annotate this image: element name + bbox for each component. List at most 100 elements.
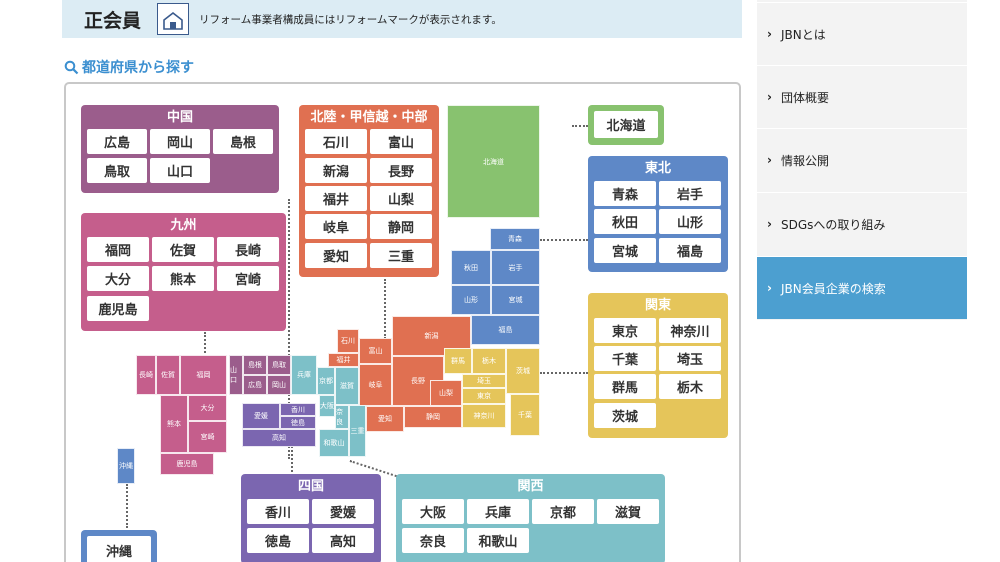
map-fukushima[interactable]: 福島 (471, 315, 540, 345)
map-kagawa[interactable]: 香川 (280, 403, 316, 416)
map-tochigi[interactable]: 栃木 (472, 348, 506, 374)
pref-button-ishikawa[interactable]: 石川 (305, 129, 367, 154)
pref-button-tottori[interactable]: 鳥取 (87, 158, 147, 183)
pref-button-saga[interactable]: 佐賀 (152, 237, 214, 262)
map-kyoto[interactable]: 京都 (317, 367, 335, 395)
pref-button-niigata[interactable]: 新潟 (305, 158, 367, 183)
pref-button-kochi[interactable]: 高知 (312, 528, 374, 553)
map-kumamoto[interactable]: 熊本 (160, 395, 188, 453)
map-tottori[interactable]: 鳥取 (267, 355, 291, 375)
pref-button-aichi[interactable]: 愛知 (305, 243, 367, 268)
sidebar-item-member-search[interactable]: › JBN会員企業の検索 (757, 256, 967, 319)
pref-button-fukuoka[interactable]: 福岡 (87, 237, 149, 262)
map-hokkaido[interactable]: 北海道 (447, 105, 540, 218)
pref-button-yamagata[interactable]: 山形 (659, 209, 721, 234)
pref-button-gunma[interactable]: 群馬 (594, 374, 656, 399)
pref-button-ehime[interactable]: 愛媛 (312, 499, 374, 524)
pref-button-shiga[interactable]: 滋賀 (597, 499, 659, 524)
map-yamanashi[interactable]: 山梨 (430, 380, 462, 406)
pref-button-nara[interactable]: 奈良 (402, 528, 464, 553)
map-shiga[interactable]: 滋賀 (335, 367, 359, 405)
map-kagoshima[interactable]: 鹿児島 (160, 453, 214, 475)
map-ishikawa[interactable]: 石川 (337, 329, 359, 353)
map-hiroshima[interactable]: 広島 (243, 375, 267, 395)
pref-button-ibaraki[interactable]: 茨城 (594, 403, 656, 428)
pref-button-yamaguchi[interactable]: 山口 (150, 158, 210, 183)
pref-button-toyama[interactable]: 富山 (370, 129, 432, 154)
sidebar-item-sdgs[interactable]: › SDGsへの取り組み (757, 192, 967, 255)
map-fukui[interactable]: 福井 (328, 353, 359, 367)
map-shizuoka[interactable]: 静岡 (404, 406, 462, 428)
pref-button-wakayama[interactable]: 和歌山 (467, 528, 529, 553)
map-aichi[interactable]: 愛知 (366, 406, 404, 432)
pref-button-osaka[interactable]: 大阪 (402, 499, 464, 524)
pref-button-hyogo[interactable]: 兵庫 (467, 499, 529, 524)
pref-button-fukushima[interactable]: 福島 (659, 238, 721, 263)
map-gunma[interactable]: 群馬 (444, 348, 472, 374)
map-aomori[interactable]: 青森 (490, 228, 540, 250)
map-miyagi[interactable]: 宮城 (491, 285, 540, 315)
pref-button-yamanashi[interactable]: 山梨 (370, 186, 432, 211)
map-toyama[interactable]: 富山 (359, 338, 392, 364)
map-kanagawa[interactable]: 神奈川 (462, 404, 506, 428)
sidebar-item-overview[interactable]: › 団体概要 (757, 65, 967, 128)
pref-button-oita[interactable]: 大分 (87, 266, 149, 291)
map-ibaraki[interactable]: 茨城 (506, 348, 540, 394)
pref-button-shizuoka[interactable]: 静岡 (370, 214, 432, 239)
pref-button-tokyo[interactable]: 東京 (594, 318, 656, 343)
map-gifu[interactable]: 岐阜 (359, 364, 392, 406)
pref-button-okayama[interactable]: 岡山 (150, 129, 210, 154)
pref-button-nagano[interactable]: 長野 (370, 158, 432, 183)
pref-button-kanagawa[interactable]: 神奈川 (659, 318, 721, 343)
pref-button-shimane[interactable]: 島根 (213, 129, 273, 154)
pref-button-kumamoto[interactable]: 熊本 (152, 266, 214, 291)
pref-button-hiroshima[interactable]: 広島 (87, 129, 147, 154)
map-wakayama[interactable]: 和歌山 (319, 429, 349, 457)
pref-button-tochigi[interactable]: 栃木 (659, 374, 721, 399)
chevron-right-icon: › (767, 27, 772, 41)
pref-button-miyazaki[interactable]: 宮崎 (217, 266, 279, 291)
pref-button-miyagi[interactable]: 宮城 (594, 238, 656, 263)
pref-button-kyoto[interactable]: 京都 (532, 499, 594, 524)
map-iwate[interactable]: 岩手 (491, 250, 540, 285)
pref-button-akita[interactable]: 秋田 (594, 209, 656, 234)
map-okinawa[interactable]: 沖縄 (117, 448, 135, 484)
pref-button-iwate[interactable]: 岩手 (659, 181, 721, 206)
map-yamagata[interactable]: 山形 (451, 285, 491, 315)
map-nagasaki[interactable]: 長崎 (136, 355, 156, 395)
pref-button-aomori[interactable]: 青森 (594, 181, 656, 206)
map-oita[interactable]: 大分 (188, 395, 227, 421)
pref-button-saitama[interactable]: 埼玉 (659, 346, 721, 371)
pref-button-gifu[interactable]: 岐阜 (305, 214, 367, 239)
map-miyazaki[interactable]: 宮崎 (188, 421, 227, 453)
map-saga[interactable]: 佐賀 (156, 355, 180, 395)
region-tohoku: 東北 青森 岩手 秋田 山形 宮城 福島 (588, 156, 728, 272)
map-nara[interactable]: 奈良 (335, 405, 349, 429)
pref-button-kagoshima[interactable]: 鹿児島 (87, 296, 149, 321)
pref-button-kagawa[interactable]: 香川 (247, 499, 309, 524)
sidebar-item-disclosure[interactable]: › 情報公開 (757, 128, 967, 191)
map-shimane[interactable]: 島根 (243, 355, 267, 375)
map-akita[interactable]: 秋田 (451, 250, 491, 285)
pref-button-chiba[interactable]: 千葉 (594, 346, 656, 371)
pref-button-tokushima[interactable]: 徳島 (247, 528, 309, 553)
pref-button-okinawa[interactable]: 沖縄 (87, 536, 151, 562)
pref-button-nagasaki[interactable]: 長崎 (217, 237, 279, 262)
sidebar-item-label: JBN会員企業の検索 (781, 281, 886, 296)
map-chiba[interactable]: 千葉 (510, 394, 540, 436)
map-saitama[interactable]: 埼玉 (462, 374, 506, 388)
map-tokyo[interactable]: 東京 (462, 388, 506, 404)
map-yamaguchi[interactable]: 山口 (229, 355, 243, 395)
map-mie[interactable]: 三重 (349, 405, 366, 457)
map-osaka[interactable]: 大阪 (319, 395, 335, 417)
map-okayama[interactable]: 岡山 (267, 375, 291, 395)
map-hyogo[interactable]: 兵庫 (291, 355, 317, 395)
sidebar-item-about-jbn[interactable]: › JBNとは (757, 2, 967, 65)
map-tokushima[interactable]: 徳島 (280, 416, 316, 429)
map-kochi[interactable]: 高知 (242, 429, 316, 447)
pref-button-mie[interactable]: 三重 (370, 243, 432, 268)
map-fukuoka[interactable]: 福岡 (180, 355, 227, 395)
map-ehime[interactable]: 愛媛 (242, 403, 280, 429)
pref-button-hokkaido[interactable]: 北海道 (594, 111, 658, 138)
pref-button-fukui[interactable]: 福井 (305, 186, 367, 211)
